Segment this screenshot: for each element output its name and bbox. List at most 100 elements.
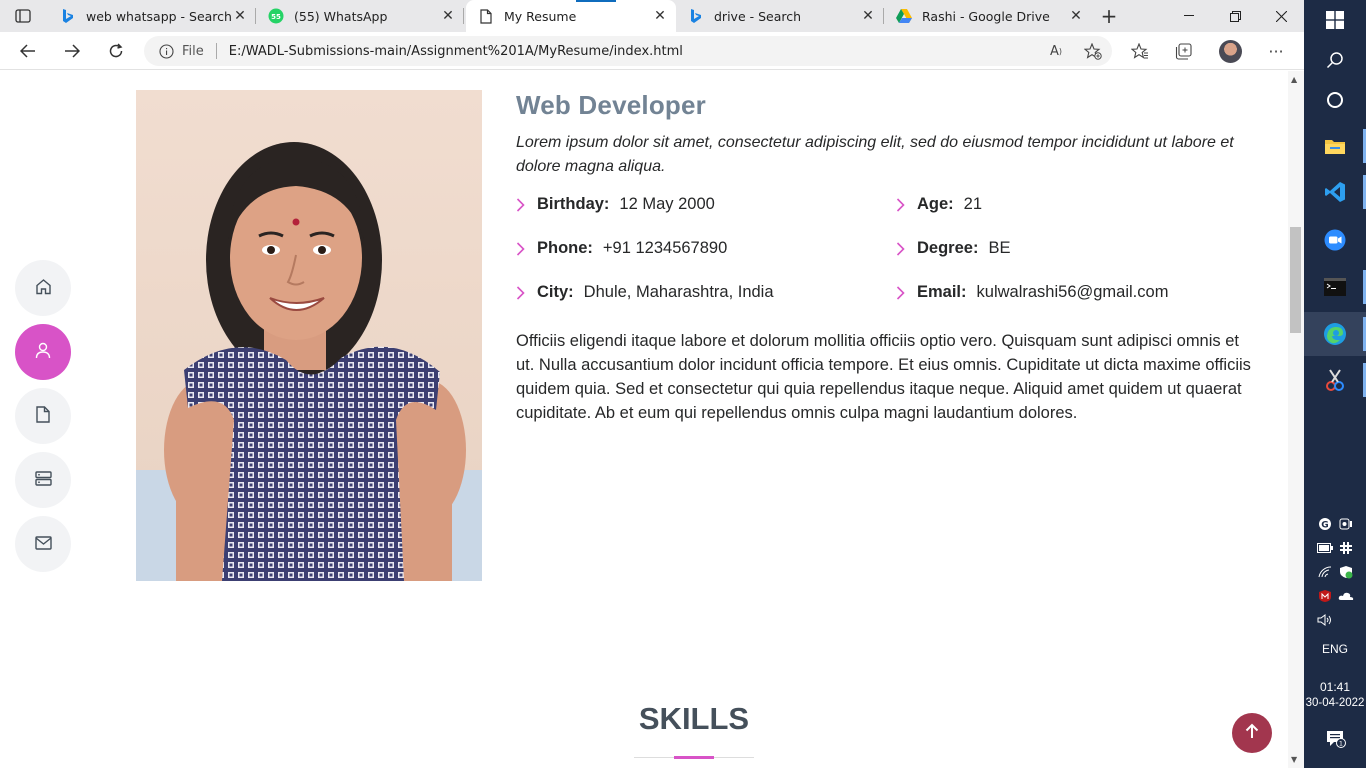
intro-text: Lorem ipsum dolor sit amet, consectetur … <box>516 134 1234 175</box>
scheme-label: File <box>182 43 204 59</box>
add-favorite-icon[interactable] <box>1082 41 1104 61</box>
tab-title: (55) WhatsApp <box>294 8 388 24</box>
close-tab-icon[interactable]: ✕ <box>1068 8 1084 24</box>
page-scrollbar[interactable]: ▲ ▼ <box>1288 71 1304 768</box>
google-drive-icon <box>896 8 912 24</box>
nav-home-button[interactable] <box>15 260 71 316</box>
detail-value: BE <box>988 239 1011 257</box>
skills-heading: SKILLS <box>638 701 750 736</box>
nav-about-button[interactable] <box>15 324 71 380</box>
bing-icon <box>60 8 76 24</box>
profile-avatar[interactable] <box>1219 40 1242 63</box>
whatsapp-icon: 55 <box>268 8 284 24</box>
language-indicator[interactable]: ENG <box>1304 642 1366 656</box>
nav-services-button[interactable] <box>15 452 71 508</box>
volume-icon[interactable] <box>1317 613 1333 627</box>
tab-web-whatsapp-search[interactable]: web whatsapp - Search ✕ <box>48 0 256 32</box>
close-tab-icon[interactable]: ✕ <box>860 8 876 24</box>
detail-city: City: Dhule, Maharashtra, India <box>516 283 774 302</box>
file-explorer-icon[interactable] <box>1323 134 1347 158</box>
back-arrow-icon[interactable] <box>15 39 41 63</box>
windows-taskbar: G ENG 01:41 30-04-2022 1 <box>1304 0 1366 768</box>
detail-value: Dhule, Maharashtra, India <box>583 283 774 301</box>
tab-title: drive - Search <box>714 8 802 24</box>
notifications-icon[interactable]: 1 <box>1326 730 1346 748</box>
read-aloud-icon[interactable]: A) <box>1045 41 1067 61</box>
scroll-up-icon[interactable]: ▲ <box>1291 75 1297 84</box>
tab-drive-search[interactable]: drive - Search ✕ <box>676 0 884 32</box>
tab-google-drive[interactable]: Rashi - Google Drive ✕ <box>884 0 1092 32</box>
detail-label: Age: <box>917 195 954 213</box>
chevron-right-icon <box>896 197 910 212</box>
close-tab-icon[interactable]: ✕ <box>440 8 456 24</box>
browser-toolbar: File E:/WADL-Submissions-main/Assignment… <box>0 32 1304 70</box>
tab-my-resume[interactable]: My Resume ✕ <box>466 0 676 32</box>
file-icon <box>36 405 50 427</box>
terminal-icon[interactable] <box>1323 275 1347 299</box>
nav-resume-button[interactable] <box>15 388 71 444</box>
camera-app-icon[interactable] <box>1338 517 1354 531</box>
favorites-icon[interactable] <box>1129 41 1151 61</box>
new-tab-icon[interactable]: + <box>1098 4 1120 28</box>
detail-value: +91 1234567890 <box>602 239 728 257</box>
scrollbar-thumb[interactable] <box>1290 227 1301 333</box>
info-icon[interactable] <box>158 43 174 59</box>
svg-text:G: G <box>1321 521 1328 531</box>
role-heading: Web Developer <box>516 90 706 120</box>
nav-contact-button[interactable] <box>15 516 71 572</box>
chevron-right-icon <box>896 285 910 300</box>
zoom-icon[interactable] <box>1323 228 1347 252</box>
url-text[interactable]: E:/WADL-Submissions-main/Assignment%201A… <box>229 44 1112 59</box>
clock-date[interactable]: 30-04-2022 <box>1304 697 1366 709</box>
document-icon <box>478 8 494 24</box>
windows-start-icon[interactable] <box>1323 8 1347 32</box>
tab-actions-icon[interactable] <box>10 6 36 26</box>
grammarly-icon[interactable]: G <box>1317 517 1333 531</box>
edge-icon[interactable] <box>1323 322 1347 346</box>
search-icon[interactable] <box>1323 48 1347 72</box>
detail-degree: Degree: BE <box>896 239 1010 258</box>
resume-page: Web Developer Lorem ipsum dolor sit amet… <box>0 71 1288 768</box>
about-content: Web Developer Lorem ipsum dolor sit amet… <box>516 90 1256 425</box>
back-to-top-button[interactable] <box>1232 713 1272 753</box>
detail-label: Email: <box>917 283 967 301</box>
minimize-icon[interactable] <box>1166 0 1212 32</box>
close-tab-icon[interactable]: ✕ <box>232 8 248 24</box>
collections-icon[interactable] <box>1173 41 1195 61</box>
forward-arrow-icon[interactable] <box>59 39 85 63</box>
bio-text: Officiis eligendi itaque labore et dolor… <box>516 332 1251 422</box>
more-options-icon[interactable]: ··· <box>1265 41 1287 61</box>
address-bar[interactable]: File E:/WADL-Submissions-main/Assignment… <box>144 36 1112 66</box>
detail-label: Birthday: <box>537 195 610 213</box>
browser-tab-bar: web whatsapp - Search ✕ 55 (55) WhatsApp… <box>0 0 1304 32</box>
detail-age: Age: 21 <box>896 195 982 214</box>
onedrive-icon[interactable] <box>1338 589 1354 603</box>
battery-icon[interactable] <box>1317 541 1333 555</box>
detail-value: 21 <box>963 195 983 213</box>
snipping-tool-icon[interactable] <box>1323 368 1347 392</box>
profile-photo <box>136 90 482 581</box>
restore-icon[interactable] <box>1212 0 1258 32</box>
chevron-right-icon <box>896 241 910 256</box>
slack-icon[interactable] <box>1338 541 1354 555</box>
detail-label: Phone: <box>537 239 593 257</box>
close-window-icon[interactable] <box>1258 0 1304 32</box>
personal-details: Birthday: 12 May 2000 Age: 21 Phone: +91… <box>516 195 1256 327</box>
envelope-icon <box>34 535 52 554</box>
notification-count: 1 <box>1339 740 1343 748</box>
tab-whatsapp[interactable]: 55 (55) WhatsApp ✕ <box>256 0 464 32</box>
detail-birthday: Birthday: 12 May 2000 <box>516 195 715 214</box>
mcafee-icon[interactable] <box>1317 589 1333 603</box>
vscode-icon[interactable] <box>1323 180 1347 204</box>
detail-label: Degree: <box>917 239 979 257</box>
refresh-icon[interactable] <box>103 39 129 63</box>
clock-time[interactable]: 01:41 <box>1304 680 1366 694</box>
security-shield-icon[interactable] <box>1338 565 1354 579</box>
wifi-icon[interactable] <box>1317 565 1333 579</box>
person-icon <box>35 342 51 363</box>
chevron-right-icon <box>516 197 530 212</box>
cortana-icon[interactable] <box>1323 88 1347 112</box>
scroll-down-icon[interactable]: ▼ <box>1291 755 1297 764</box>
detail-email: Email: kulwalrashi56@gmail.com <box>896 283 1168 302</box>
close-tab-icon[interactable]: ✕ <box>652 8 668 24</box>
